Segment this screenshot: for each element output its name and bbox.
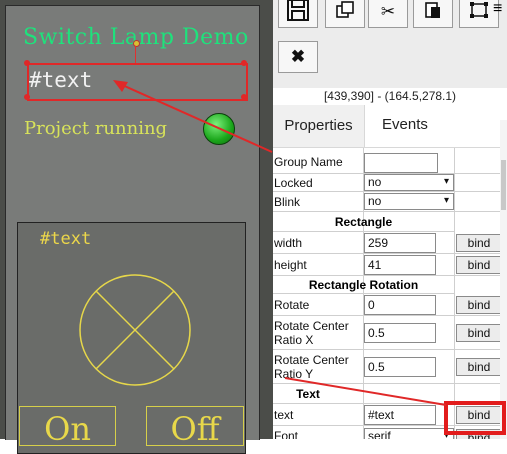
prop-row-locked: Locked no ▾: [273, 174, 507, 192]
group-name-input[interactable]: [364, 153, 438, 173]
toolbar: ✂ ≡ ✖: [273, 0, 507, 88]
height-bind-button[interactable]: bind: [456, 256, 502, 274]
selected-text-element[interactable]: #text: [29, 68, 92, 92]
save-icon: [286, 0, 310, 27]
width-input[interactable]: 259: [364, 233, 436, 253]
chevron-down-icon: ▾: [443, 195, 449, 206]
close-button[interactable]: ✖: [278, 41, 318, 73]
group-name-label: Group Name: [274, 155, 343, 169]
font-select[interactable]: serif ▾: [364, 428, 454, 439]
chevron-down-icon: ▾: [443, 176, 449, 187]
paste-button[interactable]: [413, 0, 453, 28]
prop-row-group-name: Group Name: [273, 148, 507, 174]
section-rectangle-title: Rectangle: [334, 215, 393, 229]
lamp-off-symbol[interactable]: [78, 273, 192, 387]
section-rectangle-rotation-title: Rectangle Rotation: [308, 278, 419, 292]
section-text-title: Text: [296, 387, 320, 401]
rotate-input[interactable]: 0: [364, 295, 436, 315]
close-icon: ✖: [290, 47, 306, 66]
menu-icon[interactable]: ≡: [493, 0, 502, 18]
cursor-coordinates: [439,390] - (164.5,278.1): [323, 89, 457, 103]
off-button[interactable]: Off: [146, 406, 244, 448]
prop-row-rotate-center-y: Rotate Center Ratio Y 0.5 bind: [273, 350, 507, 384]
tab-events[interactable]: Events: [382, 116, 428, 133]
resize-handle-bottom-left[interactable]: [24, 94, 30, 100]
switch-panel[interactable]: #text On Off: [17, 222, 246, 454]
lamp-indicator[interactable]: [203, 113, 235, 145]
text-label: text: [274, 408, 294, 422]
section-rectangle: Rectangle: [273, 212, 454, 232]
scissors-icon: ✂: [380, 2, 396, 21]
rotate-center-x-input[interactable]: 0.5: [364, 323, 436, 343]
rotate-label: Rotate: [274, 298, 310, 312]
resize-handle-top-right[interactable]: [241, 60, 247, 66]
width-bind-button[interactable]: bind: [456, 234, 502, 252]
blink-label: Blink: [274, 195, 301, 209]
save-button[interactable]: [278, 0, 318, 28]
rotation-handle-stem: [135, 46, 136, 64]
rotate-center-y-input[interactable]: 0.5: [364, 357, 436, 377]
locked-select[interactable]: no ▾: [364, 174, 454, 191]
resize-handle-bottom-right[interactable]: [241, 94, 247, 100]
locked-value: no: [368, 175, 382, 189]
rotate-bind-button[interactable]: bind: [456, 296, 502, 314]
prop-row-rotate: Rotate 0 bind: [273, 294, 507, 316]
blink-value: no: [368, 194, 382, 208]
copy-button[interactable]: [325, 0, 365, 28]
prop-row-blink: Blink no ▾: [273, 192, 507, 212]
section-text: Text: [273, 384, 454, 404]
properties-panel: Group Name Locked no ▾ Blink no ▾ Rectangl…: [273, 148, 507, 439]
highlight-box-bind: [444, 401, 506, 435]
rotate-center-y-bind-button[interactable]: bind: [456, 358, 502, 376]
panel-text-element[interactable]: #text: [40, 229, 91, 249]
tab-properties[interactable]: Properties: [273, 105, 365, 147]
editor-canvas-area: Switch Lamp Demo #text Project running #…: [0, 0, 273, 454]
select-area-icon: [469, 1, 489, 24]
on-button[interactable]: On: [19, 406, 116, 448]
text-input[interactable]: #text: [364, 405, 436, 425]
cut-button[interactable]: ✂: [368, 0, 408, 28]
prop-row-rotate-center-x: Rotate Center Ratio X 0.5 bind: [273, 316, 507, 350]
paste-icon: [424, 1, 442, 24]
blink-select[interactable]: no ▾: [364, 193, 454, 210]
height-input[interactable]: 41: [364, 255, 436, 275]
rotate-center-y-label: Rotate Center Ratio Y: [274, 353, 349, 381]
scrollbar-thumb[interactable]: [501, 160, 506, 210]
section-rectangle-rotation: Rectangle Rotation: [273, 276, 454, 294]
property-tabs: Properties Events: [273, 105, 507, 148]
height-label: height: [274, 258, 307, 272]
resize-handle-top-left[interactable]: [24, 60, 30, 66]
project-running-text[interactable]: Project running: [24, 118, 167, 139]
locked-label: Locked: [274, 176, 313, 190]
prop-row-height: height 41 bind: [273, 254, 507, 276]
font-label: Font: [274, 429, 299, 439]
prop-row-width: width 259 bind: [273, 232, 507, 254]
rotate-center-x-bind-button[interactable]: bind: [456, 324, 502, 342]
font-value: serif: [368, 429, 391, 439]
copy-icon: [336, 0, 354, 24]
rotate-center-x-label: Rotate Center Ratio X: [274, 319, 349, 347]
width-label: width: [274, 236, 303, 250]
